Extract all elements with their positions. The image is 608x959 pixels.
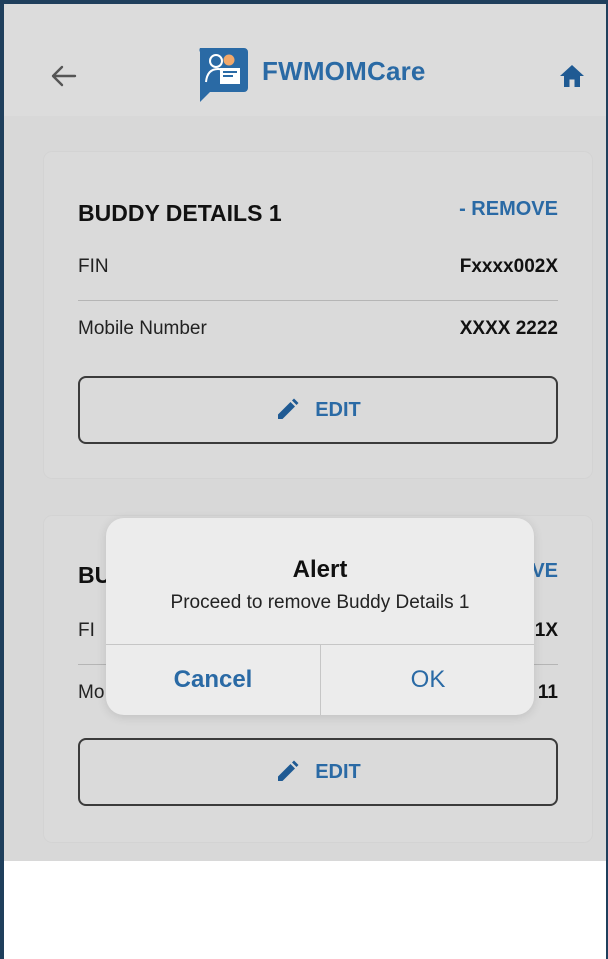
app-screen: FWMOMCare BUDDY DETAILS 1 - REMOVE FIN F… xyxy=(4,4,606,861)
alert-title: Alert xyxy=(292,556,348,583)
home-button[interactable] xyxy=(556,60,588,92)
buddy-card-1: BUDDY DETAILS 1 - REMOVE FIN Fxxxx002X M… xyxy=(44,152,592,478)
mobile-number-label: Mobile Number xyxy=(78,318,207,339)
fin-label: FI xyxy=(78,620,95,641)
arrow-left-icon xyxy=(51,65,77,87)
app-title: FWMOMCare xyxy=(262,56,426,86)
phone-frame: FWMOMCare BUDDY DETAILS 1 - REMOVE FIN F… xyxy=(0,0,608,959)
remove-buddy-button[interactable]: VE xyxy=(531,560,558,583)
buddy-card-title: BUDDY DETAILS 1 xyxy=(78,200,282,226)
app-bar: FWMOMCare xyxy=(4,4,606,116)
ok-button[interactable]: OK xyxy=(321,645,534,715)
mobile-number-value: XXXX 2222 xyxy=(459,318,558,339)
edit-label: EDIT xyxy=(315,760,361,783)
alert-dialog: Alert Proceed to remove Buddy Details 1 … xyxy=(106,518,534,715)
cancel-button[interactable]: Cancel xyxy=(106,645,320,715)
row-divider xyxy=(78,300,558,301)
edit-label: EDIT xyxy=(315,398,361,421)
app-logo xyxy=(194,44,250,102)
edit-buddy-button[interactable]: EDIT xyxy=(78,376,558,444)
fin-value: 1X xyxy=(534,620,558,641)
edit-buddy-button[interactable]: EDIT xyxy=(78,738,558,806)
fin-label: FIN xyxy=(78,256,109,277)
mobile-number-value: 11 xyxy=(537,682,558,703)
home-icon xyxy=(560,65,584,87)
remove-buddy-button[interactable]: - REMOVE xyxy=(459,198,558,221)
back-button[interactable] xyxy=(48,60,80,92)
pencil-icon xyxy=(278,760,299,781)
alert-message: Proceed to remove Buddy Details 1 xyxy=(170,592,470,613)
mobile-number-label: Mo xyxy=(78,682,105,703)
fin-value: Fxxxx002X xyxy=(459,256,558,277)
pencil-icon xyxy=(278,398,299,419)
